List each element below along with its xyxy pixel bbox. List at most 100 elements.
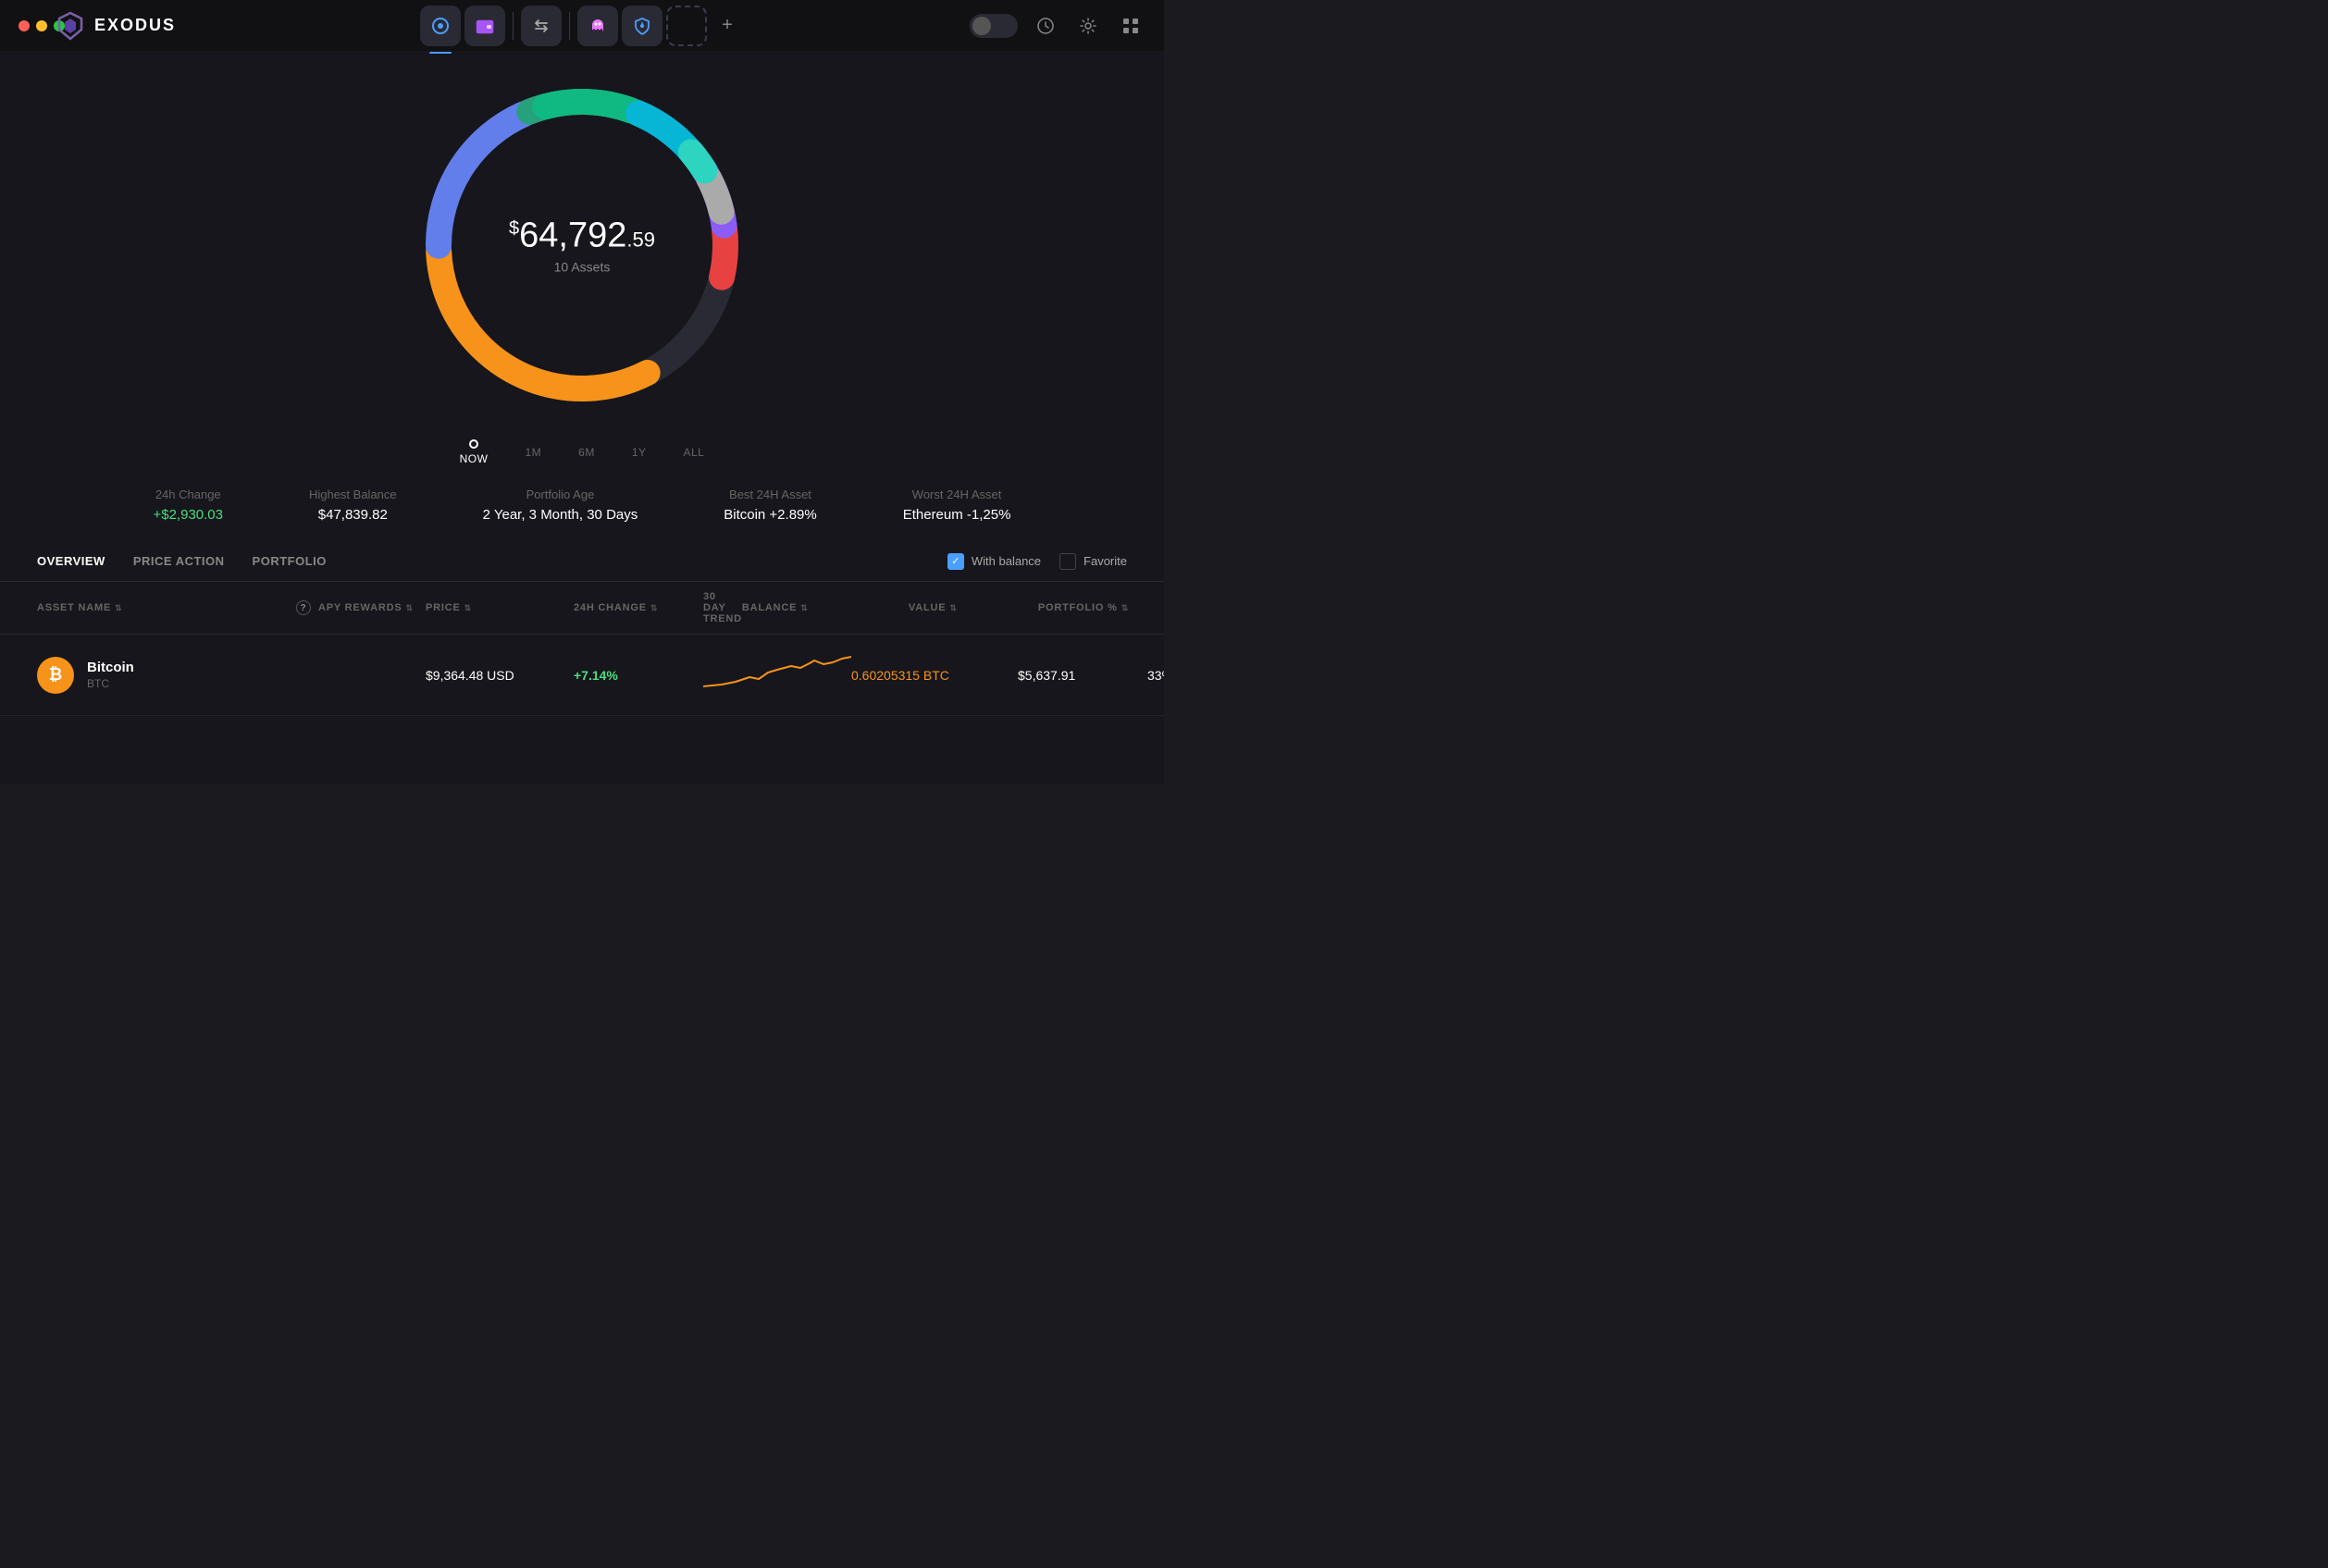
time-btn-1y[interactable]: 1Y [632,446,647,459]
sort-apy-icon: ⇅ [406,603,414,613]
col-portfolio-pct[interactable]: PORTFOLIO % ⇅ [1038,591,1149,624]
nav-separator [513,12,514,40]
assets-count: 10 Assets [509,260,655,275]
time-btn-6m[interactable]: 6M [578,446,595,459]
main-content: $64,792.59 10 Assets NOW 1M 6M 1Y ALL 24… [0,51,1164,784]
stat-portfolio-age: Portfolio Age 2 Year, 3 Month, 30 Days [483,488,638,523]
col-asset-name[interactable]: ASSET NAME ⇅ [37,591,296,624]
tabs-row: OVERVIEW PRICE ACTION PORTFOLIO ✓ With b… [0,532,1164,582]
tab-overview[interactable]: OVERVIEW [37,550,105,572]
sort-asset-icon: ⇅ [115,603,122,613]
portfolio-total: $64,792.59 10 Assets [509,216,655,275]
btc-balance: 0.60205315 BTC [851,668,1018,683]
favorite-filter[interactable]: Favorite [1059,553,1127,570]
nav-tab-portfolio[interactable] [420,6,461,46]
stat-best-label: Best 24H Asset [724,488,816,501]
with-balance-label: With balance [972,554,1041,568]
stat-worst-value: Ethereum -1,25% [903,507,1011,523]
with-balance-checkbox[interactable]: ✓ [947,553,964,570]
col-portfolio-label: PORTFOLIO % [1038,602,1118,613]
btc-value: $5,637.91 [1018,668,1147,683]
stat-highest-balance: Highest Balance $47,839.82 [309,488,397,523]
nav-tab-add-dashed[interactable] [666,6,707,46]
col-price-label: PRICE [426,602,461,613]
stat-best-asset: Best 24H Asset Bitcoin +2.89% [724,488,816,523]
tab-price-action[interactable]: PRICE ACTION [133,550,225,572]
sort-portfolio-icon: ⇅ [1121,603,1129,613]
col-trend-label: 30 DAY TREND [703,591,742,624]
portfolio-amount: $64,792.59 [509,216,655,256]
time-btn-all[interactable]: ALL [684,446,705,459]
grid-icon[interactable] [1116,11,1145,41]
right-icons [970,11,1145,41]
time-btn-1m[interactable]: 1M [525,446,541,459]
history-icon[interactable] [1031,11,1060,41]
lock-knob [972,17,991,35]
apy-info-icon[interactable]: ? [296,600,311,615]
stat-highest-value: $47,839.82 [309,507,397,523]
time-selector: NOW 1M 6M 1Y ALL [460,439,705,465]
btc-info: Bitcoin BTC [87,660,134,690]
btc-name: Bitcoin [87,660,134,675]
stat-24h-value: +$2,930.03 [153,507,223,523]
col-trend: 30 DAY TREND [703,591,742,624]
logo-text: EXODUS [94,16,176,35]
nav-tab-ghost[interactable] [577,6,618,46]
table-row[interactable]: ₿ Bitcoin BTC $9,364.48 USD +7.14% 0.602… [0,635,1164,716]
col-balance-label: BALANCE [742,602,797,613]
btc-price: $9,364.48 USD [426,668,574,683]
sort-balance-icon: ⇅ [800,603,808,613]
nav-tab-swap[interactable] [521,6,562,46]
col-price[interactable]: PRICE ⇅ [426,591,574,624]
nav-add-button[interactable]: + [711,9,744,43]
btc-trend-cell [703,649,851,700]
logo: EXODUS [56,11,176,41]
stat-best-value: Bitcoin +2.89% [724,507,816,523]
favorite-label-text: Favorite [1084,554,1127,568]
with-balance-filter[interactable]: ✓ With balance [947,553,1041,570]
time-btn-now[interactable]: NOW [460,452,489,465]
tab-active-indicator [429,52,452,54]
sort-24h-icon: ⇅ [650,603,658,613]
stats-row: 24h Change +$2,930.03 Highest Balance $4… [73,488,1091,523]
minimize-dot[interactable] [36,20,47,31]
asset-cell-btc: ₿ Bitcoin BTC [37,657,296,694]
btc-mini-chart [703,649,851,696]
col-apy-label: APY REWARDS [318,602,402,613]
col-24h-label: 24H CHANGE [574,602,647,613]
col-value-label: VALUE [909,602,946,613]
settings-icon[interactable] [1073,11,1103,41]
nav-separator-2 [569,12,570,40]
sort-value-icon: ⇅ [949,603,957,613]
donut-chart: $64,792.59 10 Assets [406,69,758,421]
stat-worst-asset: Worst 24H Asset Ethereum -1,25% [903,488,1011,523]
exodus-logo-icon [56,11,85,41]
chart-area: $64,792.59 10 Assets NOW 1M 6M 1Y ALL 24… [0,51,1164,523]
stat-age-value: 2 Year, 3 Month, 30 Days [483,507,638,523]
col-asset-name-label: ASSET NAME [37,602,111,613]
nav-tab-wallet[interactable] [464,6,505,46]
btc-ticker: BTC [87,677,134,690]
nav-tab-shield[interactable] [622,6,662,46]
nav-tabs: + [420,6,744,46]
col-value[interactable]: VALUE ⇅ [909,591,1038,624]
col-balance[interactable]: BALANCE ⇅ [742,591,909,624]
lock-toggle[interactable] [970,14,1018,38]
col-apy[interactable]: ? APY REWARDS ⇅ [296,591,426,624]
close-dot[interactable] [19,20,30,31]
sort-price-icon: ⇅ [464,603,472,613]
time-now[interactable]: NOW [460,439,489,465]
btc-change: +7.14% [574,668,703,683]
favorite-checkbox[interactable] [1059,553,1076,570]
stat-24h-change: 24h Change +$2,930.03 [153,488,223,523]
stat-24h-label: 24h Change [153,488,223,501]
tab-portfolio[interactable]: PORTFOLIO [253,550,327,572]
currency-symbol: $ [509,218,519,239]
titlebar: EXODUS [0,0,1164,51]
stat-highest-label: Highest Balance [309,488,397,501]
col-24h[interactable]: 24H CHANGE ⇅ [574,591,703,624]
time-dot [469,439,478,449]
btc-icon: ₿ [37,657,74,694]
stat-worst-label: Worst 24H Asset [903,488,1011,501]
btc-portfolio-pct: 33% [1147,668,1164,683]
